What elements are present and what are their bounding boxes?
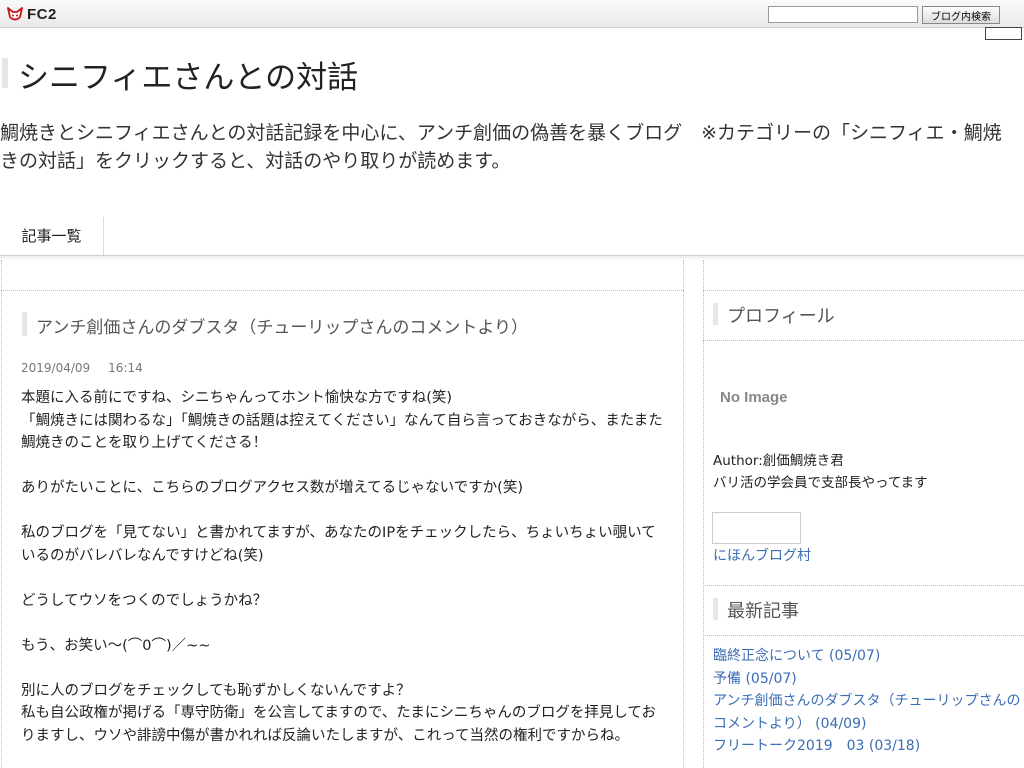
recent-heading-accent (713, 598, 718, 620)
row-divider (1, 290, 684, 291)
recent-post-link[interactable]: アンチ創価さんのダブスタ（チューリップさんのコメントより） (04/09) (713, 693, 1020, 732)
blog-search-input[interactable] (768, 6, 918, 23)
site-title[interactable]: シニフィエさんとの対話 (18, 52, 358, 97)
profile-author-info: Author:創価鯛焼き君 バリ活の学会員で支部長やってます (713, 450, 928, 494)
recent-posts-heading: 最新記事 (727, 601, 799, 622)
fc2-toolbar: FC2 ブログ内検索 (0, 0, 1024, 28)
recent-post-link[interactable]: 臨終正念について (05/07) (713, 648, 880, 664)
entry-date: 2019/04/09 (21, 361, 91, 375)
entry-paragraph: もう、お笑い～(⌒0⌒)／~~ (21, 637, 211, 654)
recent-post-link[interactable]: 予備 (05/07) (713, 671, 797, 687)
entry-paragraph: 本題に入る前にですね、シニちゃんってホント愉快な方ですね(笑) (21, 390, 453, 406)
row-divider (703, 635, 1024, 636)
recent-post-link[interactable]: フリートーク2019 03 (03/18) (713, 738, 920, 754)
row-divider (703, 290, 1024, 291)
entry-paragraph (21, 500, 666, 523)
entry-body: 本題に入る前にですね、シニちゃんってホント愉快な方ですね(笑) 「鯛焼きには関わ… (21, 387, 666, 747)
profile-author-name: Author:創価鯛焼き君 (713, 453, 844, 469)
entry-time: 16:14 (108, 361, 143, 375)
entry-datetime: 2019/04/09 16:14 (21, 361, 161, 375)
title-accent-bar (2, 58, 8, 88)
entry-paragraph: 「鯛焼きには関わるな」「鯛焼きの話題は控えてください」なんて自ら言っておきながら… (21, 412, 663, 452)
entry-paragraph (21, 567, 666, 590)
entry-paragraph (21, 455, 666, 478)
entry-paragraph: 私のブログを「見てない」と書かれてますが、あなたのIPをチェックしたら、ちょいち… (21, 525, 656, 564)
entry-paragraph (21, 657, 666, 680)
recent-post-item: 予備 (05/07) (713, 668, 1021, 691)
entry-paragraph (21, 612, 666, 635)
entry-title[interactable]: アンチ創価さんのダブスタ（チューリップさんのコメントより） (36, 313, 528, 338)
entry-paragraph: 別に人のブログをチェックしても恥ずかしくないんですよ？ (21, 682, 411, 699)
blog-village-link[interactable]: にほんブログ村 (713, 545, 811, 565)
recent-post-item: 臨終正念について (05/07) (713, 645, 1021, 668)
profile-heading: プロフィール (727, 306, 835, 327)
recent-posts-list: 臨終正念について (05/07) 予備 (05/07) アンチ創価さんのダブスタ… (713, 645, 1021, 758)
column-divider (683, 260, 684, 768)
column-divider (1, 260, 2, 768)
nav-shadow (0, 256, 1024, 260)
fc2-logo[interactable]: FC2 (6, 5, 57, 23)
entry-paragraph: どうしてウソをつくのでしょうかね？ (21, 592, 268, 609)
profile-bio: バリ活の学会員で支部長やってます (713, 475, 928, 491)
recent-post-item: フリートーク2019 03 (03/18) (713, 735, 1021, 758)
global-nav: 記事一覧 (0, 217, 1024, 256)
recent-post-item: アンチ創価さんのダブスタ（チューリップさんのコメントより） (04/09) (713, 690, 1021, 735)
entry-paragraph: 私も自公政権が掲げる「専守防衛」を公言してますので、たまにシニちゃんのブログを拝… (21, 705, 656, 744)
entry-paragraph: ありがたいことに、こちらのブログアクセス数が増えてるじゃないですか(笑) (21, 480, 523, 496)
column-divider (703, 260, 704, 768)
profile-heading-accent (713, 303, 718, 325)
site-description: 鯛焼きとシニフィエさんとの対話記録を中心に、アンチ創価の偽善を暴くブログ ※カテ… (0, 122, 1002, 172)
row-divider (703, 585, 1024, 586)
profile-image-placeholder: No Image (720, 389, 788, 406)
row-divider (703, 340, 1024, 341)
nav-item-article-list[interactable]: 記事一覧 (0, 217, 104, 255)
blog-search-button[interactable]: ブログ内検索 (922, 6, 1000, 24)
toolbar-toggle-box[interactable] (985, 27, 1022, 40)
fc2-fox-icon (7, 7, 23, 21)
entry-title-accent (22, 312, 27, 336)
blog-village-banner[interactable] (712, 512, 801, 544)
fc2-logo-text: FC2 (27, 5, 57, 23)
